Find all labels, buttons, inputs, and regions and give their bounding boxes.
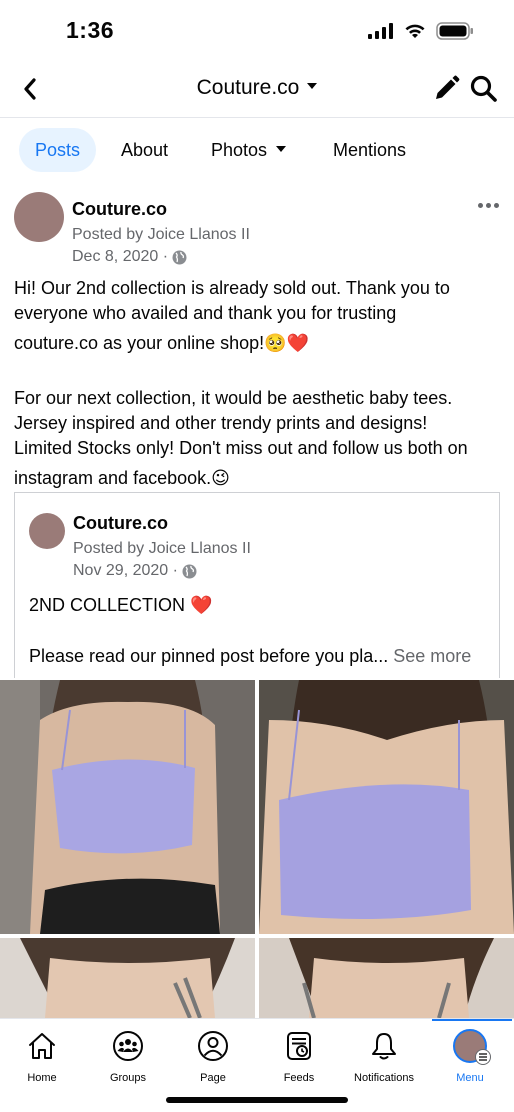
pencil-icon bbox=[436, 75, 460, 99]
shared-post-preview: Please read our pinned post before you p… bbox=[29, 646, 389, 666]
post-photo[interactable] bbox=[259, 680, 514, 934]
shared-post-text: Please read our pinned post before you p… bbox=[29, 646, 471, 667]
status-time: 1:36 bbox=[66, 17, 115, 43]
cellular-signal-icon bbox=[368, 23, 393, 39]
photo-image bbox=[0, 680, 255, 934]
post-photo[interactable] bbox=[259, 938, 514, 1018]
see-more-link[interactable]: See more bbox=[393, 646, 471, 666]
post-text-line: instagram and facebook.😉 bbox=[14, 468, 230, 488]
nav-notifications[interactable]: Notifications bbox=[344, 1029, 424, 1084]
page-header: Couture.co bbox=[0, 60, 514, 118]
search-icon bbox=[470, 75, 497, 102]
photo-image bbox=[259, 680, 514, 934]
wifi-icon bbox=[405, 24, 425, 38]
post-text-line: For our next collection, it would be aes… bbox=[14, 388, 453, 408]
posted-by: Posted by Joice Llanos II bbox=[73, 540, 251, 557]
nav-label: Feeds bbox=[283, 1072, 315, 1084]
bell-icon bbox=[372, 1033, 396, 1060]
post-text-line: Jersey inspired and other trendy prints … bbox=[14, 413, 428, 433]
battery-icon bbox=[436, 22, 473, 40]
shared-post-date-text: Nov 29, 2020 · bbox=[73, 562, 178, 579]
post-body: Hi! Our 2nd collection is already sold o… bbox=[14, 276, 504, 491]
tab-photos[interactable]: Photos bbox=[211, 128, 287, 172]
post-text-line: everyone who availed and thank you for t… bbox=[14, 303, 397, 323]
tab-mentions[interactable]: Mentions bbox=[333, 128, 406, 172]
feeds-icon bbox=[287, 1032, 311, 1060]
avatar[interactable] bbox=[29, 513, 65, 549]
nav-label: Home bbox=[27, 1072, 57, 1084]
nav-label: Page bbox=[200, 1072, 226, 1084]
page-tabs: Posts About Photos Mentions bbox=[0, 126, 514, 174]
menu-lines-icon bbox=[475, 1049, 491, 1065]
shared-post-author[interactable]: Couture.co bbox=[73, 513, 168, 534]
avatar[interactable] bbox=[14, 192, 64, 242]
shared-post-date: Nov 29, 2020 · bbox=[73, 562, 197, 580]
photo-image bbox=[259, 938, 514, 1018]
post-header: Couture.co Posted by Joice Llanos II Dec… bbox=[0, 190, 514, 270]
page-icon bbox=[198, 1031, 228, 1061]
post-text-line: couture.co as your online shop!🥺❤️ bbox=[14, 333, 309, 353]
nav-label: Groups bbox=[109, 1072, 147, 1084]
tab-photos-label: Photos bbox=[211, 140, 268, 160]
post-photo[interactable] bbox=[0, 938, 255, 1018]
nav-menu[interactable]: Menu bbox=[430, 1029, 510, 1084]
post-author[interactable]: Couture.co bbox=[72, 199, 167, 220]
globe-icon bbox=[182, 564, 197, 578]
caret-down-icon bbox=[307, 83, 318, 90]
status-icons bbox=[368, 22, 474, 40]
shared-post-text: 2ND COLLECTION ❤️ bbox=[29, 595, 213, 615]
menu-avatar-icon bbox=[453, 1029, 491, 1065]
post-text-line: Limited Stocks only! Don't miss out and … bbox=[14, 438, 468, 458]
home-indicator[interactable] bbox=[166, 1097, 348, 1103]
shared-post-card[interactable]: Couture.co Posted by Joice Llanos II Nov… bbox=[14, 492, 500, 678]
status-bar: 1:36 bbox=[0, 0, 514, 60]
tab-about[interactable]: About bbox=[121, 128, 168, 172]
more-options-icon[interactable] bbox=[478, 198, 500, 212]
post-photo[interactable] bbox=[0, 680, 255, 934]
post-text-line: Hi! Our 2nd collection is already sold o… bbox=[14, 278, 450, 298]
groups-icon bbox=[113, 1031, 143, 1061]
search-button[interactable] bbox=[468, 73, 500, 105]
edit-button[interactable] bbox=[430, 73, 462, 105]
caret-down-icon bbox=[276, 146, 287, 153]
page-title: Couture.co bbox=[196, 76, 300, 99]
home-icon bbox=[29, 1033, 55, 1059]
nav-home[interactable]: Home bbox=[2, 1029, 82, 1084]
photo-image bbox=[0, 938, 255, 1018]
nav-page[interactable]: Page bbox=[173, 1029, 253, 1084]
posted-by: Posted by Joice Llanos II bbox=[72, 226, 250, 243]
post-date: Dec 8, 2020 · bbox=[72, 248, 187, 266]
nav-groups[interactable]: Groups bbox=[88, 1029, 168, 1084]
nav-feeds[interactable]: Feeds bbox=[259, 1029, 339, 1084]
post-date-text: Dec 8, 2020 · bbox=[72, 248, 169, 265]
active-tab-indicator bbox=[432, 1019, 512, 1021]
tab-posts[interactable]: Posts bbox=[19, 128, 96, 172]
nav-label: Notifications bbox=[354, 1072, 414, 1084]
nav-label: Menu bbox=[456, 1072, 484, 1084]
globe-icon bbox=[172, 250, 187, 264]
